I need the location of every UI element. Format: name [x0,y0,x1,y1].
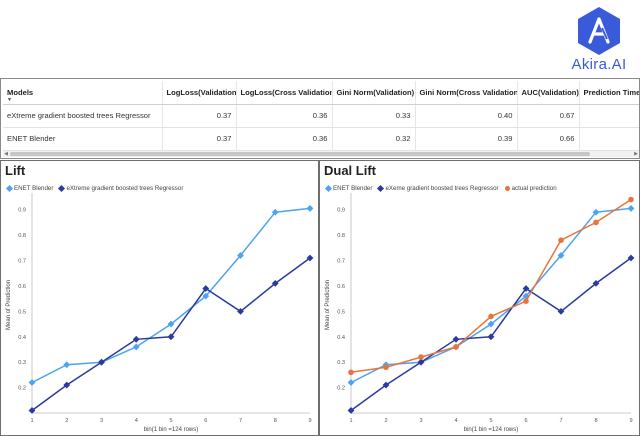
y-tick-label: 0.5 [18,309,26,315]
series-line [31,207,311,384]
y-tick-label: 0.3 [18,360,26,366]
x-tick-label: 4 [135,418,138,424]
x-tick-label: 7 [239,418,242,424]
horizontal-scrollbar[interactable]: ◀ ▶ [3,151,639,157]
y-axis-label: Mean of Prediction [325,280,331,330]
x-tick-label: 9 [308,418,311,424]
table-header-row: Models ▼ LogLoss(Validation) LogLoss(Cros… [3,81,639,105]
y-tick-label: 0.8 [18,233,26,239]
column-header-gini-validation[interactable]: Gini Norm(Validation) [331,81,415,105]
table-row[interactable]: ENET Blender 0.37 0.36 0.32 0.39 0.66 2. [3,127,639,151]
data-point [558,237,564,243]
x-axis-label: bin(1 bin =124 rows) [144,427,199,433]
scroll-right-icon[interactable]: ▶ [633,151,639,157]
table-cell: 0.37 [161,127,236,151]
data-point [627,205,635,212]
x-tick-label: 1 [30,418,33,424]
lift-chart: 0.2 0.3 0.4 0.5 0.6 0.7 0.8 0.9 1 2 3 4 5 6 7 8 9 bin(1 b… [6,193,314,433]
table-viewport: Models ▼ LogLoss(Validation) LogLoss(Cros… [3,81,639,151]
y-tick-label: 0.7 [337,259,345,265]
x-tick-label: 3 [100,418,103,424]
table-cell: 0.40 [414,104,517,128]
akira-logo-icon [578,7,620,55]
akira-ai-logo: Akira.AI [560,6,638,74]
series-line [350,207,632,384]
dual-lift-chart-panel: Dual Lift ENET Blender eXeme gradient bo… [319,160,640,436]
data-point [488,313,494,320]
data-point [593,219,599,226]
x-tick-label: 5 [489,418,492,424]
model-name-cell: eXtreme gradient boosted trees Regressor [3,104,162,128]
x-tick-label: 4 [454,418,457,424]
y-tick-label: 0.3 [337,360,345,366]
x-tick-label: 5 [169,418,172,424]
data-point [348,369,354,376]
data-point [418,354,424,360]
x-tick-label: 2 [65,418,68,424]
column-header-models[interactable]: Models ▼ [3,81,162,105]
scrollbar-thumb[interactable] [10,152,590,156]
data-point [628,196,634,203]
data-point [453,344,459,350]
table-cell: 0.39 [414,127,517,151]
table-row[interactable]: eXtreme gradient boosted trees Regressor… [3,104,639,128]
x-tick-label: 2 [384,418,387,424]
table-cell: 0.32 [331,127,415,151]
x-axis-label: bin(1 bin =124 rows) [464,427,519,433]
table-cell: 0.67 [516,104,579,128]
model-name-cell: ENET Blender [3,127,162,151]
column-header-prediction-time[interactable]: Prediction Time [578,81,639,105]
column-header-auc-validation[interactable]: AUC(Validation) [516,81,579,105]
y-tick-label: 0.8 [337,233,345,239]
x-tick-label: 6 [524,418,527,424]
scroll-left-icon[interactable]: ◀ [3,151,9,157]
table-cell: 3. [578,104,639,128]
y-tick-label: 0.9 [337,208,345,214]
table-cell: 0.36 [235,127,332,151]
leaderboard-table: Models ▼ LogLoss(Validation) LogLoss(Cros… [3,81,639,151]
column-header-gini-cv[interactable]: Gini Norm(Cross Validation) [414,81,517,105]
y-tick-label: 0.4 [337,335,345,341]
x-tick-label: 8 [274,418,277,424]
y-axis-label: Mean of Prediction [6,280,12,330]
x-tick-label: 8 [594,418,597,424]
table-cell: 0.33 [331,104,415,128]
sort-desc-icon[interactable]: ▼ [7,97,12,103]
y-tick-label: 0.6 [337,284,345,290]
y-tick-label: 0.2 [18,386,26,392]
data-point [28,379,36,386]
logo-text: Akira.AI [571,56,627,73]
model-leaderboard-table: Models ▼ LogLoss(Validation) LogLoss(Cros… [0,78,640,159]
series-line [350,198,632,374]
column-header-logloss-validation[interactable]: LogLoss(Validation) [161,81,236,105]
data-point [63,361,71,369]
data-point [306,205,314,212]
y-tick-label: 0.2 [337,386,345,392]
dual-lift-chart: 0.2 0.3 0.4 0.5 0.6 0.7 0.8 0.9 1 2 3 4 5 6 7 8 9 bin(1 b… [325,193,635,433]
data-point [383,364,389,371]
data-point [347,379,355,386]
table-cell: 0.36 [235,104,332,128]
x-tick-label: 3 [419,418,422,424]
y-tick-label: 0.5 [337,309,345,315]
table-cell: 0.66 [516,127,579,151]
y-tick-label: 0.9 [18,208,26,214]
lift-chart-panel: Lift ENET Blender eXtreme gradient boost… [0,160,319,436]
x-tick-label: 9 [629,418,632,424]
y-tick-label: 0.6 [18,284,26,290]
column-header-logloss-cv[interactable]: LogLoss(Cross Validation) [235,81,332,105]
table-cell: 2. [578,127,639,151]
x-tick-label: 7 [559,418,562,424]
x-tick-label: 1 [349,418,352,424]
y-tick-label: 0.4 [18,335,26,341]
data-point [523,298,529,304]
table-cell: 0.37 [161,104,236,128]
y-tick-label: 0.7 [18,259,26,265]
x-tick-label: 6 [204,418,207,424]
